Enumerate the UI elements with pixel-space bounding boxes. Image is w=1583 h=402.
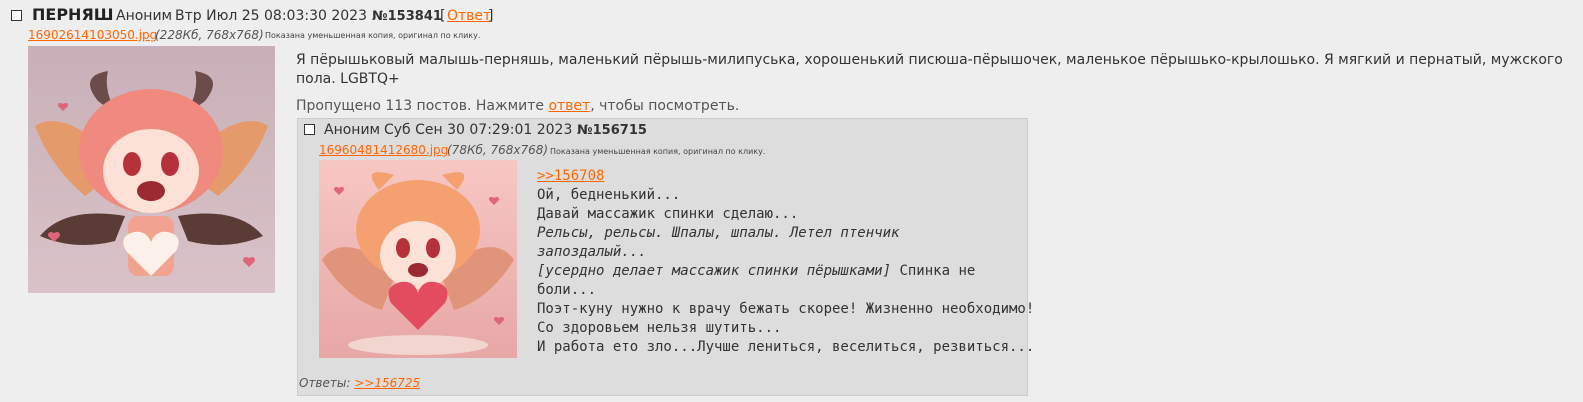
reply-backlinks: Ответы: >>156725 <box>299 376 420 390</box>
op-post-number[interactable]: №153841 <box>372 9 442 24</box>
op-date: Втр Июл 25 08:03:30 2023 <box>175 8 367 24</box>
reply-file-link[interactable]: 16960481412680.jpg <box>319 143 448 157</box>
reply-thumb-hint: Показана уменьшенная копия, оригинал по … <box>550 147 766 156</box>
op-reply-bracket-close: ] <box>488 8 494 24</box>
reply-message-line: Спинка не <box>891 263 976 279</box>
omitted-text-pre: Пропущено 113 постов. Нажмите <box>296 98 549 114</box>
reply-author: Аноним <box>324 122 381 138</box>
reply-thumbnail-image[interactable] <box>319 160 517 358</box>
reply-message-line: Поэт-куну нужно к врачу бежать скорее! Ж… <box>537 301 1035 317</box>
reply-date: Суб Сен 30 07:29:01 2023 <box>384 122 573 138</box>
reply-message-line: И работа ето зло...Лучше лениться, весел… <box>537 339 1035 355</box>
backlink[interactable]: >>156725 <box>354 376 420 390</box>
op-reply-bracket-open: [ <box>440 8 446 24</box>
reply-message: >>156708 Ой, бедненький... Давай массажи… <box>537 167 1035 357</box>
omitted-posts-notice: Пропущено 113 постов. Нажмите ответ, что… <box>296 98 739 114</box>
op-subject: ПЕРНЯШ <box>32 5 114 24</box>
reply-quote-link[interactable]: >>156708 <box>537 168 604 184</box>
op-file-link[interactable]: 16902614103050.jpg <box>28 28 157 42</box>
reply-message-line: запоздалый... <box>537 244 647 260</box>
omitted-text-post: , чтобы посмотреть. <box>590 98 740 114</box>
op-thumbnail-image[interactable] <box>28 46 275 293</box>
op-message-line-2: пола. LGBTQ+ <box>296 71 400 87</box>
op-select-checkbox[interactable] <box>11 10 22 21</box>
reply-message-line: Рельсы, рельсы. Шпалы, шпалы. Летел птен… <box>537 225 900 241</box>
op-author: Аноним <box>116 8 173 24</box>
op-reply-link[interactable]: Ответ <box>447 8 491 24</box>
reply-message-line: боли... <box>537 282 597 298</box>
op-thumb-hint: Показана уменьшенная копия, оригинал по … <box>265 31 481 40</box>
reply-post-number[interactable]: №156715 <box>577 123 647 138</box>
reply-message-line: Ой, бедненький... <box>537 187 681 203</box>
reply-file-info: (78Кб, 768x768) <box>447 143 549 157</box>
reply-select-checkbox[interactable] <box>304 124 315 135</box>
replies-label: Ответы: <box>299 376 355 390</box>
reply-message-line: [усердно делает массажик спинки пёрышкам… <box>537 263 892 279</box>
reply-message-line: Со здоровьем нельзя шутить... <box>537 320 782 336</box>
op-file-info: (228Кб, 768x768) <box>155 28 264 42</box>
op-message-line-1: Я пёрышьковый малышь-перняшь, маленький … <box>296 52 1563 68</box>
omitted-reply-link[interactable]: ответ <box>548 98 590 114</box>
reply-message-line: Давай массажик спинки сделаю... <box>537 206 799 222</box>
